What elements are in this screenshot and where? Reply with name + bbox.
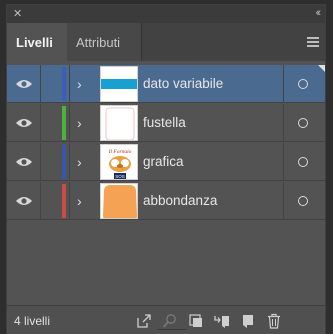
divider [40, 65, 41, 103]
layer-thumbnail [100, 105, 138, 141]
resize-grip[interactable] [157, 329, 187, 334]
layer-name[interactable]: dato variabile [143, 65, 223, 103]
layer-color-bar [62, 67, 66, 101]
layer-name[interactable]: abbondanza [143, 182, 217, 220]
target-circle-icon[interactable] [298, 157, 308, 167]
divider [283, 65, 284, 103]
layer-row-fustella[interactable]: › fustella [7, 104, 325, 142]
expand-chevron-icon[interactable]: › [77, 192, 82, 210]
export-icon[interactable] [136, 313, 152, 329]
tab-attributi[interactable]: Attributi [67, 23, 142, 61]
divider [40, 182, 41, 220]
clipping-mask-icon[interactable] [188, 313, 204, 329]
layer-count: 4 livelli [14, 314, 51, 328]
layer-thumbnail: Il Fornaio SOS [100, 144, 138, 180]
layer-color-bar [62, 145, 66, 179]
layer-name[interactable]: grafica [143, 143, 184, 181]
thumb-blue-band [101, 79, 137, 89]
layer-color-bar [62, 184, 66, 218]
close-icon[interactable]: ✕ [13, 6, 22, 22]
layer-row-abbondanza[interactable]: › abbondanza [7, 182, 325, 220]
expand-chevron-icon[interactable]: › [77, 75, 82, 93]
divider [69, 65, 70, 103]
svg-text:SOS: SOS [115, 174, 125, 179]
tab-livelli[interactable]: Livelli [7, 23, 67, 61]
layer-row-grafica[interactable]: › Il Fornaio SOS grafica [7, 143, 325, 181]
layer-color-bar [62, 106, 66, 140]
target-circle-icon[interactable] [298, 79, 308, 89]
new-layer-icon[interactable] [240, 313, 256, 329]
target-circle-icon[interactable] [298, 196, 308, 206]
divider [283, 182, 284, 220]
collapse-panel-icon[interactable]: ‹‹ [316, 5, 322, 21]
layer-row-dato-variabile[interactable]: › dato variabile [7, 65, 325, 103]
layer-thumbnail [100, 66, 138, 102]
layers-panel: ✕ ‹‹ Livelli Attributi › dato variabile [6, 4, 326, 334]
divider [283, 104, 284, 142]
trash-icon[interactable] [266, 313, 282, 329]
bakery-logo-icon: Il Fornaio SOS [108, 149, 132, 179]
current-layer-indicator [318, 65, 325, 72]
locate-object-icon[interactable] [162, 313, 178, 329]
target-circle-icon[interactable] [298, 118, 308, 128]
panel-titlebar: ✕ ‹‹ [7, 5, 325, 23]
expand-chevron-icon[interactable]: › [77, 114, 82, 132]
divider [69, 182, 70, 220]
divider [69, 104, 70, 142]
visibility-eye-icon[interactable] [14, 75, 34, 93]
divider [40, 143, 41, 181]
divider [40, 104, 41, 142]
divider [283, 143, 284, 181]
visibility-eye-icon[interactable] [14, 192, 34, 210]
panel-menu-icon[interactable] [307, 37, 319, 47]
divider [69, 143, 70, 181]
visibility-eye-icon[interactable] [14, 114, 34, 132]
expand-chevron-icon[interactable]: › [77, 153, 82, 171]
tab-bar: Livelli Attributi [7, 23, 325, 61]
layer-list: › dato variabile › fustella › Il Fornaio… [7, 65, 325, 305]
new-sublayer-icon[interactable] [214, 313, 230, 329]
svg-text:Il Fornaio: Il Fornaio [108, 149, 132, 155]
layer-name[interactable]: fustella [143, 104, 186, 142]
layer-thumbnail [100, 183, 138, 219]
visibility-eye-icon[interactable] [14, 153, 34, 171]
